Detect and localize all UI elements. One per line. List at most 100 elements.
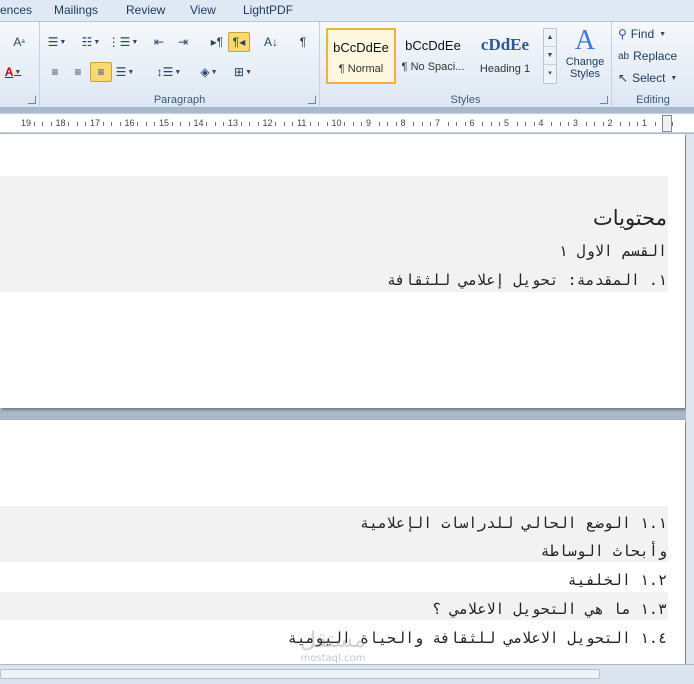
tab-review[interactable]: Review [126,3,165,17]
style-normal-name: ¶ Normal [338,63,384,75]
ruler-tick [33,122,35,126]
sort-icon[interactable]: A↓ [260,32,282,52]
tab-lightpdf[interactable]: LightPDF [243,3,293,17]
ruler-tick [525,122,527,126]
ruler-tick [50,122,52,126]
ruler-tick [620,122,622,126]
style-normal[interactable]: bCcDdEe ¶ Normal [326,28,396,84]
indent-marker-icon[interactable] [662,115,672,132]
ruler-number: 6 [469,118,475,128]
ruler-tick [318,122,320,126]
document-page-1[interactable]: محتويات القسم الاول ١ ١. المقدمة: تحويل … [0,134,685,408]
ruler-number: 13 [228,118,239,128]
multilevel-list-icon[interactable]: ⋮☰ ▼ [108,32,139,52]
rtl-text-direction-icon[interactable]: ¶◂ [228,32,250,52]
gallery-up-icon[interactable]: ▲ [544,29,556,47]
ruler-tick [628,122,630,126]
toc-section-heading: القسم الاول ١ [558,242,667,260]
bullets-icon[interactable]: ☰ ▼ [46,32,68,52]
replace-label: Replace [633,49,678,63]
ruler-tick [594,122,596,126]
ruler-tick [490,122,492,126]
font-group: Aᵃ A ▼ [0,22,40,108]
style-heading-1-name: Heading 1 [479,63,531,75]
line-spacing-icon[interactable]: ↕☰ ▼ [157,62,182,82]
ruler-tick [111,122,113,126]
ruler-tick [387,122,389,126]
ruler-number: 12 [262,118,273,128]
toc-title: محتويات [592,206,667,230]
ruler-number: 15 [159,118,170,128]
find-label: Find [630,27,655,41]
change-styles-button[interactable]: A Change Styles [562,25,608,81]
styles-dialog-launcher-icon[interactable] [600,96,608,104]
change-case-icon[interactable]: Aᵃ [8,32,30,52]
horizontal-scrollbar[interactable] [0,664,694,684]
replace-button[interactable]: ab Replace [618,49,677,63]
ruler-number: 8 [400,118,406,128]
change-styles-icon: A [574,25,596,56]
ruler-number: 7 [435,118,441,128]
horizontal-ruler[interactable]: 19 18 17 16 15 14 13 12 11 10 9 8 7 6 5 4 3 2 1 [0,113,694,133]
tab-references[interactable]: ences [0,3,32,17]
select-button[interactable]: ↖ Select ▼ [618,71,677,85]
align-right-icon[interactable]: ≡ [90,62,112,82]
font-color-button[interactable]: A ▼ [2,62,24,82]
ruler-tick [395,122,397,126]
numbering-icon[interactable]: ☷ ▼ [80,32,102,52]
font-dialog-launcher-icon[interactable] [28,96,36,104]
horizontal-scroll-thumb[interactable] [0,669,600,679]
ruler-tick [671,122,673,126]
tab-mailings[interactable]: Mailings [54,3,98,17]
increase-indent-icon[interactable]: ⇥ [172,32,194,52]
toc-item: ١.١ الوضع الحالي للدراسات الإعلامية [359,514,667,532]
gallery-more-icon[interactable]: ▾ [544,65,556,83]
ruler-tick [654,122,656,126]
ruler-tick [180,122,182,126]
ruler-tick [309,122,311,126]
ruler-tick [206,122,208,126]
ruler-number: 17 [90,118,101,128]
decrease-indent-icon[interactable]: ⇤ [148,32,170,52]
ruler-tick [68,122,70,126]
ruler-tick [283,122,285,126]
show-formatting-icon[interactable]: ¶ [292,32,314,52]
ruler-tick [361,122,363,126]
ruler-number: 11 [297,118,307,128]
ruler-tick [171,122,173,126]
toc-item: وأبحاث الوساطة [540,542,667,560]
style-no-spacing[interactable]: bCcDdEe ¶ No Spaci... [398,28,468,84]
styles-group: bCcDdEe ¶ Normal bCcDdEe ¶ No Spaci... c… [320,22,612,108]
align-left-icon[interactable]: ≡ [44,62,66,82]
ruler-number: 10 [331,118,342,128]
styles-gallery-scroll[interactable]: ▲ ▼ ▾ [543,28,557,84]
ruler-tick [602,122,604,126]
ruler-tick [240,122,242,126]
ruler-tick [102,122,104,126]
borders-icon[interactable]: ⊞ ▼ [232,62,254,82]
ruler-tick [499,122,501,126]
align-center-icon[interactable]: ≡ [67,62,89,82]
shading-icon[interactable]: ◈ ▼ [198,62,220,82]
ltr-text-direction-icon[interactable]: ▸¶ [206,32,228,52]
ruler-number: 14 [193,118,204,128]
ruler-tick [559,122,561,126]
replace-icon: ab [618,50,630,62]
ruler-tick [516,122,518,126]
toc-item: ١. المقدمة: تحويل إعلامي للثقافة [387,271,667,289]
justify-icon[interactable]: ☰ ▼ [114,62,136,82]
cursor-icon: ↖ [618,71,629,85]
vertical-scrollbar[interactable] [686,134,694,664]
ruler-tick [378,122,380,126]
tab-view[interactable]: View [190,3,216,17]
style-heading-1[interactable]: cDdEe Heading 1 [470,28,540,84]
find-button[interactable]: ⚲ Find ▼ [618,27,666,41]
ruler-tick [533,122,535,126]
ruler-tick [76,122,78,126]
binoculars-icon: ⚲ [618,27,627,41]
ruler-number: 19 [21,118,32,128]
ruler-tick [413,122,415,126]
ruler-number: 1 [642,118,648,128]
gallery-down-icon[interactable]: ▼ [544,47,556,65]
paragraph-dialog-launcher-icon[interactable] [308,96,316,104]
